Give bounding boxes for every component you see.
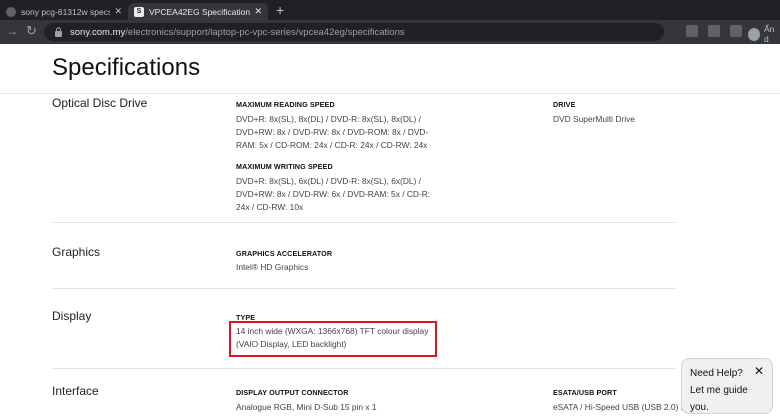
new-tab-icon[interactable]: +	[276, 2, 284, 18]
reload-icon[interactable]: ↻	[26, 23, 37, 39]
spec-label-max-reading-speed: MAXIMUM READING SPEED	[236, 100, 335, 109]
spec-value-display-output-connector: Analogue RGB, Mini D-Sub 15 pin x 1	[236, 402, 377, 412]
highlight-box	[229, 321, 437, 357]
browser-tab-bar: sony pcg-61312w specs - Tìm ✕ S VPCEA42E…	[0, 0, 780, 20]
tab-specifications[interactable]: S VPCEA42EG Specifications | S ✕	[128, 3, 268, 20]
forward-arrow-icon[interactable]: →	[6, 24, 18, 38]
eye-off-icon[interactable]	[708, 25, 720, 37]
extension-icons	[686, 25, 742, 37]
url-host: sony.com.my	[70, 26, 126, 38]
divider	[0, 93, 780, 94]
lock-icon	[55, 27, 62, 37]
help-text: Need Help? Let me guide you.	[690, 368, 748, 413]
section-title-optical-disc-drive: Optical Disc Drive	[52, 96, 148, 110]
incognito-avatar-icon	[748, 27, 760, 41]
sony-favicon-icon: S	[134, 6, 144, 17]
spec-value-max-reading-speed: DVD+R: 8x(SL), 8x(DL) / DVD-R: 8x(SL), 8…	[236, 114, 429, 150]
spec-label-graphics-accelerator: GRAPHICS ACCELERATOR	[236, 249, 333, 258]
url-path: /electronics/support/laptop-pc-vpc-serie…	[125, 26, 405, 38]
section-title-interface: Interface	[52, 384, 99, 398]
page-title: Specifications	[52, 54, 201, 81]
spec-label-esata-usb-port: ESATA/USB PORT	[553, 388, 617, 397]
spec-value-max-writing-speed: DVD+R: 8x(SL), 6x(DL) / DVD-R: 8x(SL), 6…	[236, 176, 431, 212]
help-chat-widget[interactable]: Need Help? Let me guide you. ✕	[681, 358, 773, 414]
divider	[52, 368, 676, 369]
divider	[52, 222, 676, 223]
tab-search[interactable]: sony pcg-61312w specs - Tìm ✕	[0, 3, 128, 20]
google-favicon-icon	[6, 6, 16, 17]
tab-title: VPCEA42EG Specifications | S	[149, 6, 251, 17]
spec-label-display-output-connector: DISPLAY OUTPUT CONNECTOR	[236, 388, 349, 397]
section-title-graphics: Graphics	[52, 245, 101, 259]
address-toolbar: → ↻ sony.com.my/electronics/support/lapt…	[0, 20, 780, 44]
translate-icon[interactable]	[686, 25, 698, 37]
spec-value-esata-usb-port: eSATA / Hi-Speed USB (USB 2.0) x 1	[553, 402, 683, 412]
close-tab-icon[interactable]: ✕	[114, 6, 122, 17]
tab-title: sony pcg-61312w specs - Tìm	[21, 6, 111, 17]
spec-label-drive: DRIVE	[553, 100, 576, 109]
spec-value-graphics-accelerator: Intel® HD Graphics	[236, 262, 309, 272]
divider	[52, 288, 676, 289]
spec-value-drive: DVD SuperMulti Drive	[553, 114, 635, 124]
section-title-display: Display	[52, 309, 92, 323]
profile-label: Ẩn d	[763, 24, 775, 44]
profile-button[interactable]: Ẩn d	[748, 24, 780, 44]
spec-label-max-writing-speed: MAXIMUM WRITING SPEED	[236, 162, 333, 171]
bookmark-star-icon[interactable]	[730, 25, 742, 37]
close-tab-icon[interactable]: ✕	[254, 6, 262, 17]
address-bar[interactable]: sony.com.my/electronics/support/laptop-p…	[44, 23, 664, 41]
close-icon[interactable]: ✕	[754, 363, 764, 380]
